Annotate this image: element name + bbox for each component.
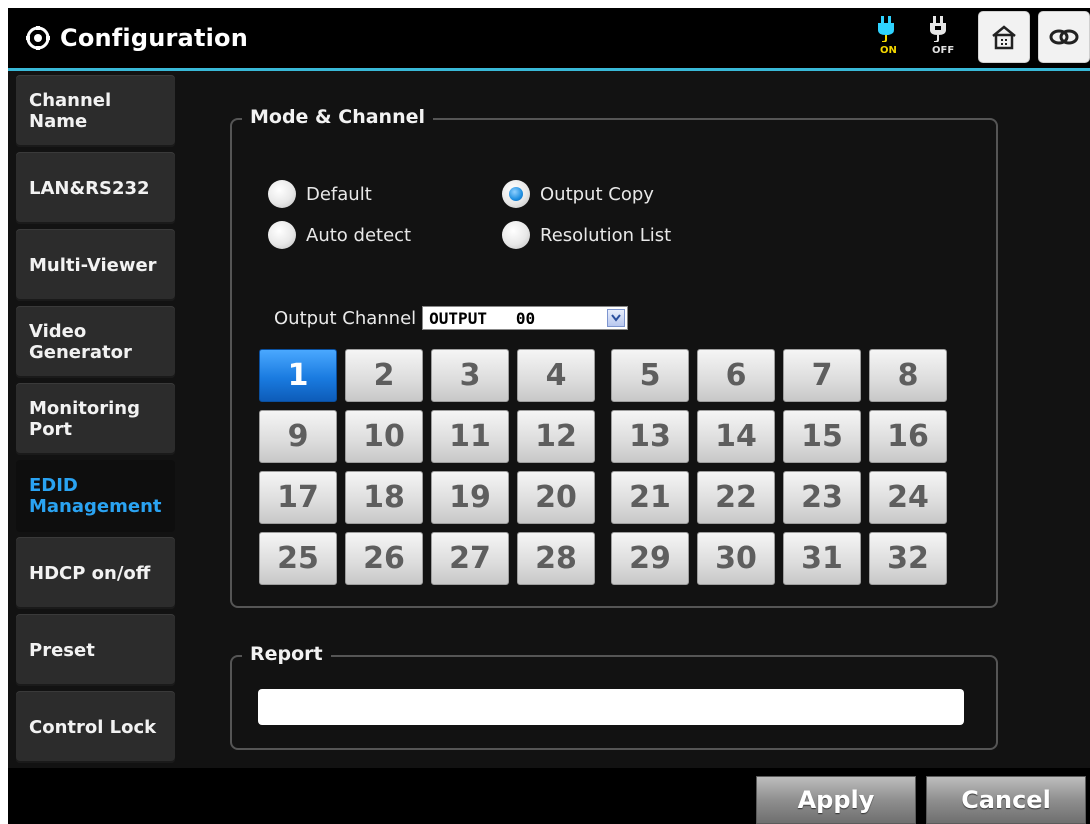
channel-button-1[interactable]: 1: [259, 349, 337, 402]
sidebar-item-label: Channel Name: [29, 90, 112, 132]
channel-button-6[interactable]: 6: [697, 349, 775, 402]
channel-button-19[interactable]: 19: [431, 471, 509, 524]
page-title: Configuration: [60, 24, 249, 52]
power-off-icon[interactable]: OFF: [918, 16, 958, 62]
power-on-icon[interactable]: ON: [866, 16, 906, 62]
link-button[interactable]: [1038, 11, 1090, 63]
channel-button-29[interactable]: 29: [611, 532, 689, 585]
gear-icon: [26, 26, 50, 50]
header-bar: Configuration ON OFF: [8, 8, 1090, 71]
main-panel: Mode & Channel Default Auto detect Outpu…: [182, 71, 1090, 768]
plug-icon: [930, 16, 946, 42]
app-window: Configuration ON OFF Channel Name LAN&RS…: [8, 8, 1090, 824]
channel-button-15[interactable]: 15: [783, 410, 861, 463]
radio-label-auto-detect: Auto detect: [306, 224, 412, 246]
channel-button-4[interactable]: 4: [517, 349, 595, 402]
report-field: [258, 689, 964, 725]
output-channel-value: OUTPUT 00: [429, 308, 536, 328]
channel-button-26[interactable]: 26: [345, 532, 423, 585]
radio-button[interactable]: [502, 221, 530, 249]
sidebar-item-control-lock[interactable]: Control Lock: [16, 691, 175, 763]
sidebar-item-hdcp[interactable]: HDCP on/off: [16, 537, 175, 609]
channel-button-14[interactable]: 14: [697, 410, 775, 463]
chevron-down-icon: [611, 314, 621, 322]
radio-default[interactable]: Default: [268, 180, 372, 208]
channel-button-16[interactable]: 16: [869, 410, 947, 463]
sidebar-item-label: Preset: [29, 639, 95, 661]
channel-button-31[interactable]: 31: [783, 532, 861, 585]
channel-button-22[interactable]: 22: [697, 471, 775, 524]
channel-button-7[interactable]: 7: [783, 349, 861, 402]
sidebar-item-label: Multi-Viewer: [29, 254, 157, 276]
radio-auto-detect[interactable]: Auto detect: [268, 221, 411, 249]
radio-label-default: Default: [306, 183, 372, 205]
sidebar-item-multi-viewer[interactable]: Multi-Viewer: [16, 229, 175, 301]
radio-output-copy[interactable]: Output Copy: [502, 180, 654, 208]
channel-button-12[interactable]: 12: [517, 410, 595, 463]
channel-button-28[interactable]: 28: [517, 532, 595, 585]
footer-bar: Apply Cancel: [8, 768, 1090, 824]
radio-label-output-copy: Output Copy: [540, 183, 654, 205]
channel-button-9[interactable]: 9: [259, 410, 337, 463]
output-channel-select[interactable]: OUTPUT 00: [422, 306, 629, 330]
channel-button-11[interactable]: 11: [431, 410, 509, 463]
channel-button-21[interactable]: 21: [611, 471, 689, 524]
channel-button-24[interactable]: 24: [869, 471, 947, 524]
sidebar-item-monitoring-port[interactable]: Monitoring Port: [16, 383, 175, 455]
channel-button-27[interactable]: 27: [431, 532, 509, 585]
report-group: Report: [230, 643, 998, 750]
sidebar-item-preset[interactable]: Preset: [16, 614, 175, 686]
sidebar-item-edid-management[interactable]: EDID Management: [16, 460, 175, 532]
sidebar-item-label: Control Lock: [29, 716, 157, 738]
sidebar: Channel Name LAN&RS232 Multi-Viewer Vide…: [8, 71, 182, 768]
channel-button-30[interactable]: 30: [697, 532, 775, 585]
power-on-label: ON: [880, 45, 897, 56]
home-icon: [992, 25, 1016, 50]
channel-button-2[interactable]: 2: [345, 349, 423, 402]
cancel-button[interactable]: Cancel: [926, 776, 1086, 824]
sidebar-item-label: Video Generator: [29, 321, 132, 363]
channel-button-5[interactable]: 5: [611, 349, 689, 402]
output-channel-label: Output Channel: [274, 307, 417, 329]
title-area: Configuration: [26, 22, 248, 54]
channel-grid: 1 2 3 4 5 6 7 8 9 10 11 12 13 14 15 16 17 18 19 20 21 22 23 24 2…: [259, 349, 959, 589]
power-off-label: OFF: [932, 45, 955, 56]
sidebar-item-label: Monitoring Port: [29, 398, 140, 440]
radio-resolution-list[interactable]: Resolution List: [502, 221, 671, 249]
channel-button-20[interactable]: 20: [517, 471, 595, 524]
sidebar-item-label: LAN&RS232: [29, 177, 150, 199]
home-button[interactable]: [978, 11, 1030, 63]
plug-icon: [878, 16, 894, 42]
channel-button-10[interactable]: 10: [345, 410, 423, 463]
channel-button-8[interactable]: 8: [869, 349, 947, 402]
channel-button-3[interactable]: 3: [431, 349, 509, 402]
sidebar-item-channel-name[interactable]: Channel Name: [16, 75, 175, 147]
report-legend: Report: [242, 643, 331, 665]
apply-button[interactable]: Apply: [756, 776, 916, 824]
channel-button-32[interactable]: 32: [869, 532, 947, 585]
radio-button[interactable]: [268, 180, 296, 208]
radio-label-resolution-list: Resolution List: [540, 224, 672, 246]
sidebar-item-label: EDID Management: [29, 475, 162, 517]
sidebar-item-video-generator[interactable]: Video Generator: [16, 306, 175, 378]
channel-button-25[interactable]: 25: [259, 532, 337, 585]
channel-button-13[interactable]: 13: [611, 410, 689, 463]
radio-button[interactable]: [268, 221, 296, 249]
link-icon: [1049, 29, 1079, 45]
sidebar-item-label: HDCP on/off: [29, 562, 151, 584]
mode-channel-legend: Mode & Channel: [242, 106, 433, 128]
channel-button-17[interactable]: 17: [259, 471, 337, 524]
radio-button-checked[interactable]: [502, 180, 530, 208]
sidebar-item-lan-rs232[interactable]: LAN&RS232: [16, 152, 175, 224]
channel-button-18[interactable]: 18: [345, 471, 423, 524]
output-channel-row: Output Channel OUTPUT 00: [274, 306, 629, 330]
channel-button-23[interactable]: 23: [783, 471, 861, 524]
dropdown-button[interactable]: [607, 309, 626, 327]
